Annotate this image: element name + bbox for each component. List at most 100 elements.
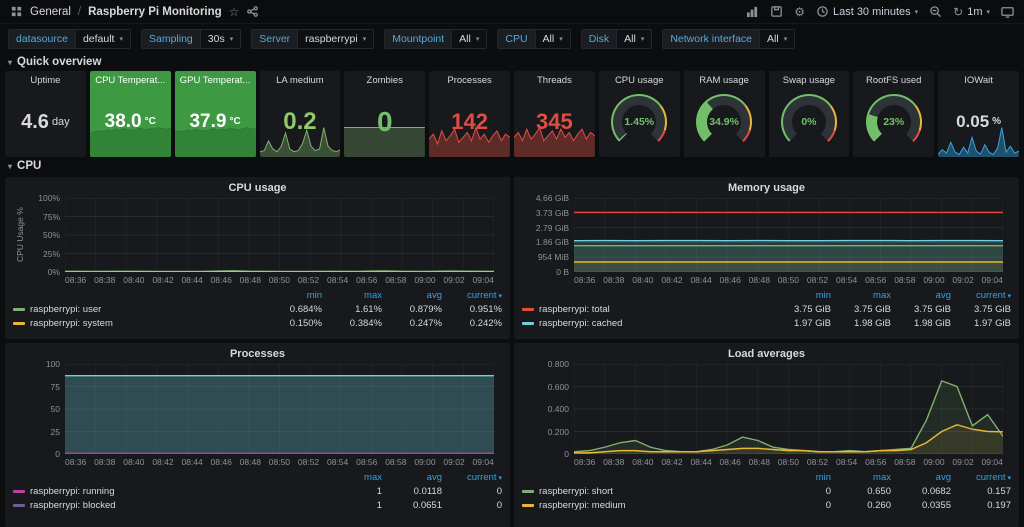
x-tick-label: 08:44 (690, 275, 711, 285)
variable-value-dropdown[interactable]: 30s▾ (201, 30, 240, 48)
settings-gear-icon[interactable]: ⚙ (794, 6, 805, 18)
stat-unit: °C (229, 116, 240, 127)
add-panel-icon[interactable] (746, 5, 759, 18)
legend-column-min[interactable]: min (771, 290, 831, 301)
variable-value-dropdown[interactable]: All▾ (452, 30, 486, 48)
row-header-quick-overview[interactable]: ▾ Quick overview (0, 53, 1024, 70)
legend-column-current[interactable]: current ▾ (442, 290, 502, 301)
legend-column-min[interactable]: min (262, 290, 322, 301)
legend-series-name[interactable]: raspberrypi: user (30, 304, 101, 315)
panel-title[interactable]: Memory usage (522, 177, 1011, 198)
legend-series-name[interactable]: raspberrypi: cached (539, 318, 622, 329)
stat-panel-ram-usage: RAM usage 34.9% (684, 71, 765, 157)
panel-title[interactable]: CPU usage (599, 71, 680, 86)
stat-panel-swap-usage: Swap usage0% (769, 71, 850, 157)
panel-title[interactable]: Zombies (344, 71, 425, 86)
legend-value: 0 (771, 500, 831, 511)
variable-value-dropdown[interactable]: All▾ (760, 30, 794, 48)
legend-series-name[interactable]: raspberrypi: total (539, 304, 610, 315)
legend-column-max[interactable]: max (322, 472, 382, 483)
chevron-down-icon: ▾ (784, 35, 788, 43)
y-tick-label: 100 (16, 360, 60, 369)
y-tick-label: 3.73 GiB (525, 209, 569, 218)
series-color-icon (13, 322, 25, 325)
y-tick-label: 2.79 GiB (525, 224, 569, 233)
panel-title[interactable]: Threads (514, 71, 595, 86)
x-tick-label: 08:54 (327, 457, 348, 467)
stat-unit: day (52, 116, 70, 128)
legend-column-avg[interactable]: avg (382, 472, 442, 483)
panel-title[interactable]: GPU Temperat... (175, 71, 256, 86)
row-header-cpu[interactable]: ▾ CPU (0, 157, 1024, 174)
plot-area[interactable] (65, 364, 494, 454)
panel-title[interactable]: CPU usage (13, 177, 502, 198)
legend-series-name[interactable]: raspberrypi: medium (539, 500, 626, 511)
legend-column-avg[interactable]: avg (382, 290, 442, 301)
x-tick-label: 08:56 (356, 275, 377, 285)
panel-title[interactable]: Load averages (522, 343, 1011, 364)
dashboard-title[interactable]: Raspberry Pi Monitoring (88, 6, 222, 18)
stat-value: 34.9% (709, 116, 739, 128)
stat-value: 38.0 (105, 112, 142, 131)
legend-column-max[interactable]: max (831, 472, 891, 483)
y-tick-label: 100% (16, 194, 60, 203)
legend-value: 0.0355 (891, 500, 951, 511)
legend-column-current[interactable]: current ▾ (442, 472, 502, 483)
legend-value: 0.260 (831, 500, 891, 511)
variable-value-dropdown[interactable]: All▾ (536, 30, 570, 48)
legend-series-name[interactable]: raspberrypi: blocked (30, 500, 116, 511)
zoom-out-icon[interactable] (929, 5, 942, 18)
x-tick-label: 08:50 (269, 275, 290, 285)
y-tick-label: 1.86 GiB (525, 238, 569, 247)
x-tick-label: 08:46 (720, 457, 741, 467)
legend-column-max[interactable]: max (322, 290, 382, 301)
y-tick-label: 0.200 (525, 428, 569, 437)
panel-title[interactable]: Swap usage (769, 71, 850, 86)
legend-series-name[interactable]: raspberrypi: running (30, 486, 115, 497)
variables-bar: datasourcedefault▾Sampling30s▾Serverrasp… (0, 24, 1024, 53)
tv-mode-icon[interactable] (1001, 5, 1014, 18)
star-icon[interactable]: ☆ (229, 6, 240, 18)
legend-column-current[interactable]: current ▾ (951, 290, 1011, 301)
panel-title[interactable]: Uptime (5, 71, 86, 86)
plot-area[interactable] (574, 364, 1003, 454)
breadcrumb-section[interactable]: General (30, 6, 71, 18)
legend-series-name[interactable]: raspberrypi: system (30, 318, 113, 329)
variable-value-dropdown[interactable]: default▾ (76, 30, 130, 48)
x-tick-label: 08:44 (181, 275, 202, 285)
save-dashboard-icon[interactable] (770, 5, 783, 18)
stat-panel-processes: Processes 142 (429, 71, 510, 157)
legend-row: raspberrypi: total3.75 GiB3.75 GiB3.75 G… (522, 302, 1011, 316)
refresh-picker[interactable]: ↻ 1m ▾ (953, 6, 990, 18)
panel-title[interactable]: LA medium (260, 71, 341, 86)
legend-column-min[interactable]: min (771, 472, 831, 483)
legend-column-avg[interactable]: avg (891, 472, 951, 483)
panel-title[interactable]: Processes (13, 343, 502, 364)
legend-column-current[interactable]: current ▾ (951, 472, 1011, 483)
panel-title[interactable]: RootFS used (853, 71, 934, 86)
variable-value-dropdown[interactable]: All▾ (617, 30, 651, 48)
time-range-picker[interactable]: Last 30 minutes ▾ (816, 5, 918, 18)
gauge-arc: 23% (868, 96, 920, 148)
share-icon[interactable] (246, 5, 259, 18)
plot-area[interactable] (65, 198, 494, 272)
x-tick-label: 08:38 (603, 457, 624, 467)
y-tick-label: 75% (16, 213, 60, 222)
y-tick-label: 25% (16, 250, 60, 259)
legend-value: 3.75 GiB (951, 304, 1011, 315)
panel-title[interactable]: Processes (429, 71, 510, 86)
panel-title[interactable]: RAM usage (684, 71, 765, 86)
plot-area[interactable] (574, 198, 1003, 272)
stat-value: 142 (451, 111, 488, 133)
x-tick-label: 09:00 (923, 457, 944, 467)
apps-grid-icon[interactable] (10, 5, 23, 18)
variable-value-dropdown[interactable]: raspberrypi▾ (298, 30, 373, 48)
legend-series-name[interactable]: raspberrypi: short (539, 486, 613, 497)
legend-column-max[interactable]: max (831, 290, 891, 301)
variable-cpu: CPUAll▾ (497, 29, 570, 49)
legend: maxavgcurrent ▾raspberrypi: running10.01… (13, 471, 502, 512)
panel-title[interactable]: IOWait (938, 71, 1019, 86)
panel-title[interactable]: CPU Temperat... (90, 71, 171, 86)
legend-column-avg[interactable]: avg (891, 290, 951, 301)
variable-label: Network interface (663, 30, 760, 48)
